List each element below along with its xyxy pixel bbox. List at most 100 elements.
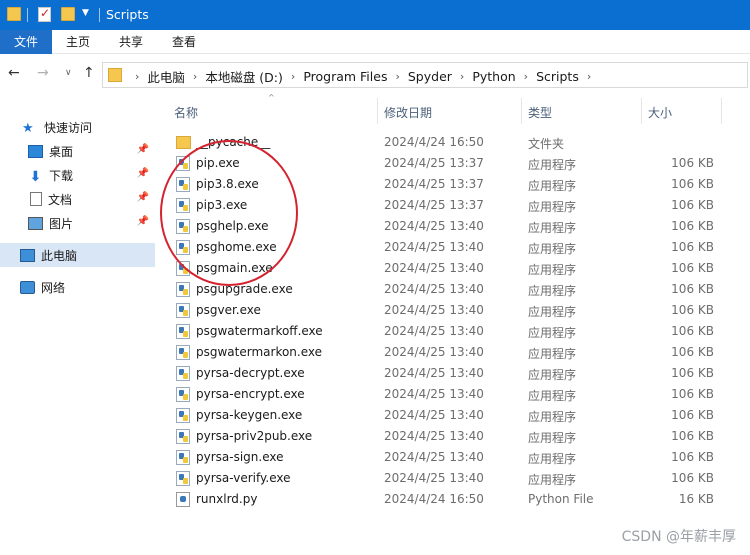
file-type: 应用程序 <box>528 200 577 214</box>
breadcrumb-item[interactable]: Scripts <box>536 69 579 84</box>
tab-home[interactable]: 主页 <box>54 30 102 54</box>
file-size: 106 KB <box>671 471 714 485</box>
sidebar-item-desktop[interactable]: 桌面 📌 <box>0 139 155 163</box>
table-row[interactable]: psgver.exe 2024/4/25 13:40 应用程序 106 KB <box>166 300 750 321</box>
properties-icon[interactable] <box>38 6 51 22</box>
recent-locations-chevron-icon[interactable]: ∨ <box>65 68 72 78</box>
column-header-size[interactable]: 大小 <box>648 104 672 121</box>
exe-icon <box>176 429 190 444</box>
desktop-icon <box>28 144 43 158</box>
file-name: psgwatermarkoff.exe <box>196 324 323 338</box>
tab-view[interactable]: 查看 <box>160 30 208 54</box>
sidebar-item-label: 网络 <box>41 280 66 295</box>
annotation-ellipse <box>160 140 298 286</box>
file-size: 106 KB <box>671 450 714 464</box>
file-type: 应用程序 <box>528 452 577 466</box>
this-pc-icon <box>20 248 35 262</box>
column-header-type[interactable]: 类型 <box>528 104 552 121</box>
chevron-right-icon[interactable]: › <box>193 70 197 83</box>
file-type: 应用程序 <box>528 179 577 193</box>
table-row[interactable]: pyrsa-encrypt.exe 2024/4/25 13:40 应用程序 1… <box>166 384 750 405</box>
breadcrumb-item[interactable]: Spyder <box>408 69 452 84</box>
table-row[interactable]: psgwatermarkon.exe 2024/4/25 13:40 应用程序 … <box>166 342 750 363</box>
up-arrow-icon[interactable]: ↑ <box>83 65 95 81</box>
breadcrumb-item[interactable]: 本地磁盘 (D:) <box>205 67 283 86</box>
file-type: 应用程序 <box>528 410 577 424</box>
pin-icon[interactable]: 📌 <box>137 144 149 155</box>
new-folder-icon[interactable] <box>61 7 75 21</box>
sidebar-item-documents[interactable]: 文档 📌 <box>0 187 155 211</box>
column-divider[interactable] <box>377 98 378 124</box>
file-type: Python File <box>528 492 594 506</box>
file-date: 2024/4/25 13:40 <box>384 345 484 359</box>
file-size: 106 KB <box>671 240 714 254</box>
downloads-icon: ⬇ <box>29 168 42 185</box>
file-name: pyrsa-sign.exe <box>196 450 284 464</box>
file-name: psgwatermarkon.exe <box>196 345 323 359</box>
tab-share[interactable]: 共享 <box>107 30 155 54</box>
folder-icon <box>108 68 122 82</box>
file-name: runxlrd.py <box>196 492 258 506</box>
table-row[interactable]: pyrsa-verify.exe 2024/4/25 13:40 应用程序 10… <box>166 468 750 489</box>
exe-icon <box>176 450 190 465</box>
file-size: 106 KB <box>671 156 714 170</box>
file-size: 106 KB <box>671 324 714 338</box>
sidebar-item-pictures[interactable]: 图片 📌 <box>0 211 155 235</box>
table-row[interactable]: runxlrd.py 2024/4/24 16:50 Python File 1… <box>166 489 750 510</box>
breadcrumb-item[interactable]: Python <box>472 69 515 84</box>
column-header-name[interactable]: 名称 <box>174 104 198 121</box>
file-size: 106 KB <box>671 408 714 422</box>
file-size: 106 KB <box>671 429 714 443</box>
file-name: pyrsa-decrypt.exe <box>196 366 305 380</box>
forward-arrow-icon[interactable]: → <box>37 65 49 81</box>
chevron-right-icon[interactable]: › <box>460 70 464 83</box>
exe-icon <box>176 471 190 486</box>
pictures-icon <box>28 216 43 230</box>
file-date: 2024/4/25 13:40 <box>384 387 484 401</box>
pin-icon[interactable]: 📌 <box>137 192 149 203</box>
table-row[interactable]: pyrsa-keygen.exe 2024/4/25 13:40 应用程序 10… <box>166 405 750 426</box>
file-type: 应用程序 <box>528 221 577 235</box>
column-divider[interactable] <box>721 98 722 124</box>
file-type: 应用程序 <box>528 158 577 172</box>
quick-access-dropdown-icon[interactable]: ▼ <box>82 8 89 18</box>
table-row[interactable]: pyrsa-sign.exe 2024/4/25 13:40 应用程序 106 … <box>166 447 750 468</box>
watermark: CSDN @年薪丰厚 <box>621 529 736 545</box>
pin-icon[interactable]: 📌 <box>137 216 149 227</box>
file-name: pyrsa-encrypt.exe <box>196 387 305 401</box>
chevron-right-icon[interactable]: › <box>524 70 528 83</box>
file-size: 106 KB <box>671 366 714 380</box>
file-date: 2024/4/25 13:40 <box>384 408 484 422</box>
chevron-right-icon[interactable]: › <box>291 70 295 83</box>
file-type: 应用程序 <box>528 326 577 340</box>
breadcrumb-item[interactable]: Program Files <box>303 69 387 84</box>
sidebar-item-downloads[interactable]: ⬇ 下载 📌 <box>0 163 155 187</box>
column-header-date[interactable]: 修改日期 <box>384 104 432 121</box>
table-row[interactable]: pyrsa-priv2pub.exe 2024/4/25 13:40 应用程序 … <box>166 426 750 447</box>
address-bar[interactable]: › 此电脑 › 本地磁盘 (D:) › Program Files › Spyd… <box>102 62 748 88</box>
table-row[interactable]: psgwatermarkoff.exe 2024/4/25 13:40 应用程序… <box>166 321 750 342</box>
sidebar-item-quick-access[interactable]: ★ 快速访问 <box>0 115 155 139</box>
file-date: 2024/4/25 13:40 <box>384 450 484 464</box>
window-title: Scripts <box>106 7 149 22</box>
tab-file[interactable]: 文件 <box>0 30 52 54</box>
chevron-right-icon[interactable]: › <box>587 70 591 83</box>
column-divider[interactable] <box>521 98 522 124</box>
file-date: 2024/4/25 13:37 <box>384 156 484 170</box>
table-row[interactable]: pyrsa-decrypt.exe 2024/4/25 13:40 应用程序 1… <box>166 363 750 384</box>
chevron-right-icon[interactable]: › <box>135 70 139 83</box>
column-divider[interactable] <box>641 98 642 124</box>
pin-icon[interactable]: 📌 <box>137 168 149 179</box>
table-row[interactable]: psgupgrade.exe 2024/4/25 13:40 应用程序 106 … <box>166 279 750 300</box>
separator <box>99 8 100 22</box>
file-name: pyrsa-keygen.exe <box>196 408 303 422</box>
breadcrumb-item[interactable]: 此电脑 <box>147 67 185 86</box>
chevron-right-icon[interactable]: › <box>395 70 399 83</box>
sidebar-item-this-pc[interactable]: 此电脑 <box>0 243 155 267</box>
file-size: 106 KB <box>671 219 714 233</box>
sidebar-item-network[interactable]: 网络 <box>0 275 155 299</box>
back-arrow-icon[interactable]: ← <box>8 65 20 81</box>
file-date: 2024/4/24 16:50 <box>384 492 484 506</box>
file-type: 应用程序 <box>528 305 577 319</box>
sidebar-item-label: 下载 <box>49 168 74 183</box>
